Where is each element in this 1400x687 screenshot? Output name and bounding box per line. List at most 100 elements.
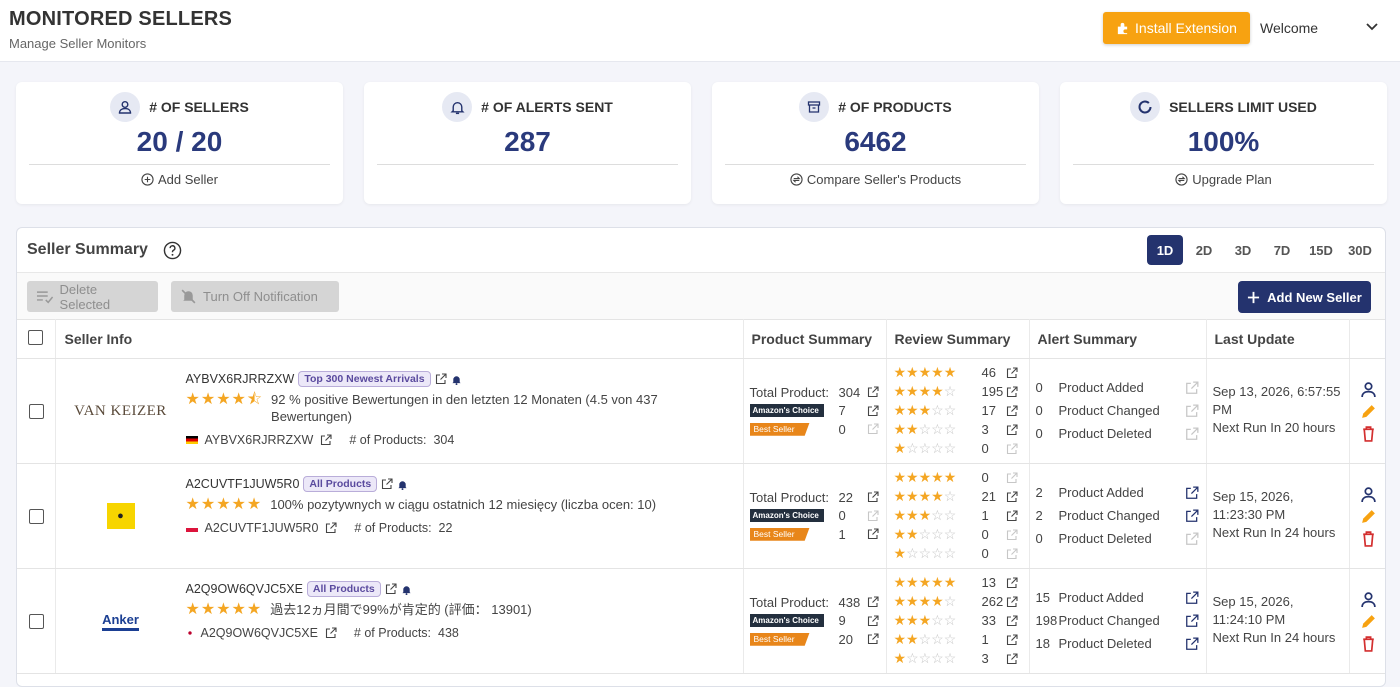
- chevron-down-icon[interactable]: [1366, 22, 1378, 32]
- seller-row: ● A2CUVTF1JUW5R0 All Products ★★★★★ 100% p…: [17, 463, 1385, 569]
- external-link-icon[interactable]: [867, 615, 879, 627]
- products-count-label: # of Products:: [354, 521, 432, 535]
- external-link-icon[interactable]: [1006, 528, 1018, 541]
- external-link-icon[interactable]: [1006, 576, 1018, 589]
- external-link-icon[interactable]: [1185, 532, 1199, 546]
- row-checkbox[interactable]: [29, 509, 44, 524]
- user-icon[interactable]: [1360, 486, 1377, 503]
- review-count: 21: [981, 489, 996, 504]
- external-link-icon[interactable]: [867, 510, 879, 522]
- products-count-label: # of Products:: [353, 626, 432, 640]
- edit-icon[interactable]: [1360, 613, 1377, 630]
- delete-icon[interactable]: [1360, 635, 1377, 652]
- external-link-icon[interactable]: [1006, 471, 1018, 484]
- review-stars: ★★★★★: [893, 574, 957, 590]
- range-3d[interactable]: 3D: [1225, 235, 1261, 265]
- delete-selected-button[interactable]: Delete Selected: [27, 281, 158, 312]
- external-link-icon[interactable]: [1006, 404, 1018, 417]
- edit-icon[interactable]: [1360, 508, 1377, 525]
- country-flag: [185, 629, 194, 637]
- seller-id-link[interactable]: A2Q9OW6QVJC5XE: [201, 626, 318, 640]
- stat-card-sellers: # OF SELLERS 20 / 20 Add Seller: [16, 82, 343, 204]
- external-link-icon[interactable]: [1006, 385, 1018, 398]
- review-row: ★☆☆☆☆ 0: [894, 544, 1029, 563]
- external-link-icon[interactable]: [1006, 490, 1018, 503]
- user-icon[interactable]: [1360, 591, 1377, 608]
- review-count: 17: [981, 403, 996, 418]
- range-30d[interactable]: 30D: [1342, 235, 1378, 265]
- external-link-icon[interactable]: [1185, 591, 1199, 605]
- external-link-icon[interactable]: [1006, 633, 1018, 646]
- bell-icon[interactable]: [401, 584, 412, 595]
- amazons-choice-badge: Amazon's Choice: [749, 509, 824, 523]
- external-link-icon[interactable]: [381, 478, 393, 490]
- external-link-icon[interactable]: [867, 633, 879, 645]
- review-stars: ★★★★★: [893, 364, 957, 380]
- external-link-icon[interactable]: [1006, 547, 1018, 560]
- delete-icon[interactable]: [1360, 425, 1377, 442]
- seller-row: VAN KEIZER AYBVX6RJRRZXW Top 300 Newest A…: [17, 358, 1385, 464]
- external-link-icon[interactable]: [867, 386, 879, 398]
- external-link-icon[interactable]: [1006, 366, 1018, 379]
- external-link-icon[interactable]: [385, 583, 397, 595]
- external-link-icon[interactable]: [1006, 652, 1018, 665]
- external-link-icon[interactable]: [1006, 423, 1018, 436]
- external-link-icon[interactable]: [867, 405, 879, 417]
- range-2d[interactable]: 2D: [1186, 235, 1222, 265]
- external-link-icon[interactable]: [1006, 595, 1018, 608]
- external-link-icon[interactable]: [325, 627, 337, 639]
- user-icon[interactable]: [1360, 381, 1377, 398]
- range-7d[interactable]: 7D: [1264, 235, 1300, 265]
- turn-off-notification-button[interactable]: Turn Off Notification: [171, 281, 339, 312]
- external-link-icon[interactable]: [1006, 442, 1018, 455]
- external-link-icon[interactable]: [1185, 637, 1199, 651]
- compare-products-link[interactable]: Compare Seller's Products: [712, 172, 1039, 187]
- external-link-icon[interactable]: [1185, 381, 1199, 395]
- product-added-label: Product Added: [1058, 485, 1144, 500]
- seller-tag: All Products: [303, 476, 378, 492]
- external-link-icon[interactable]: [1006, 509, 1018, 522]
- external-link-icon[interactable]: [1185, 614, 1199, 628]
- amazons-choice-value: 7: [838, 403, 846, 419]
- external-link-icon[interactable]: [867, 491, 879, 503]
- puzzle-icon: [1117, 22, 1128, 34]
- upgrade-plan-link[interactable]: Upgrade Plan: [1060, 172, 1387, 187]
- add-new-seller-button[interactable]: Add New Seller: [1238, 281, 1371, 313]
- seller-id-link[interactable]: AYBVX6RJRRZXW: [205, 433, 314, 447]
- bell-icon[interactable]: [397, 479, 408, 490]
- install-extension-button[interactable]: Install Extension: [1103, 12, 1250, 44]
- range-15d[interactable]: 15D: [1303, 235, 1339, 265]
- product-added-count: 0: [1035, 380, 1043, 395]
- help-icon[interactable]: [163, 241, 182, 260]
- divider: [377, 164, 678, 165]
- next-run: Next Run In 24 hours: [1212, 630, 1336, 645]
- row-checkbox[interactable]: [29, 614, 44, 629]
- external-link-icon[interactable]: [867, 596, 879, 608]
- total-product-label: Total Product:: [749, 489, 830, 505]
- seller-id-link[interactable]: A2CUVTF1JUW5R0: [205, 521, 319, 535]
- external-link-icon[interactable]: [435, 373, 447, 385]
- bell-icon[interactable]: [451, 374, 462, 385]
- select-all-checkbox[interactable]: [28, 330, 43, 345]
- row-checkbox[interactable]: [29, 404, 44, 419]
- external-link-icon[interactable]: [1185, 509, 1199, 523]
- stat-title: SELLERS LIMIT USED: [1169, 99, 1317, 115]
- last-update-time: Sep 13, 2026, 6:57:55 PM: [1212, 384, 1341, 417]
- external-link-icon[interactable]: [1006, 614, 1018, 627]
- product-changed-label: Product Changed: [1058, 508, 1160, 523]
- edit-icon[interactable]: [1360, 403, 1377, 420]
- products-count: 304: [433, 433, 455, 447]
- external-link-icon[interactable]: [325, 522, 337, 534]
- range-1d[interactable]: 1D: [1147, 235, 1183, 265]
- best-seller-value: 0: [838, 421, 846, 437]
- divider: [725, 164, 1026, 165]
- add-seller-link[interactable]: Add Seller: [16, 172, 343, 187]
- external-link-icon[interactable]: [320, 434, 332, 446]
- delete-icon[interactable]: [1360, 530, 1377, 547]
- external-link-icon[interactable]: [867, 423, 879, 435]
- external-link-icon[interactable]: [867, 528, 879, 540]
- external-link-icon[interactable]: [1185, 404, 1199, 418]
- external-link-icon[interactable]: [1185, 427, 1199, 441]
- welcome-label[interactable]: Welcome: [1260, 20, 1318, 36]
- external-link-icon[interactable]: [1185, 486, 1199, 500]
